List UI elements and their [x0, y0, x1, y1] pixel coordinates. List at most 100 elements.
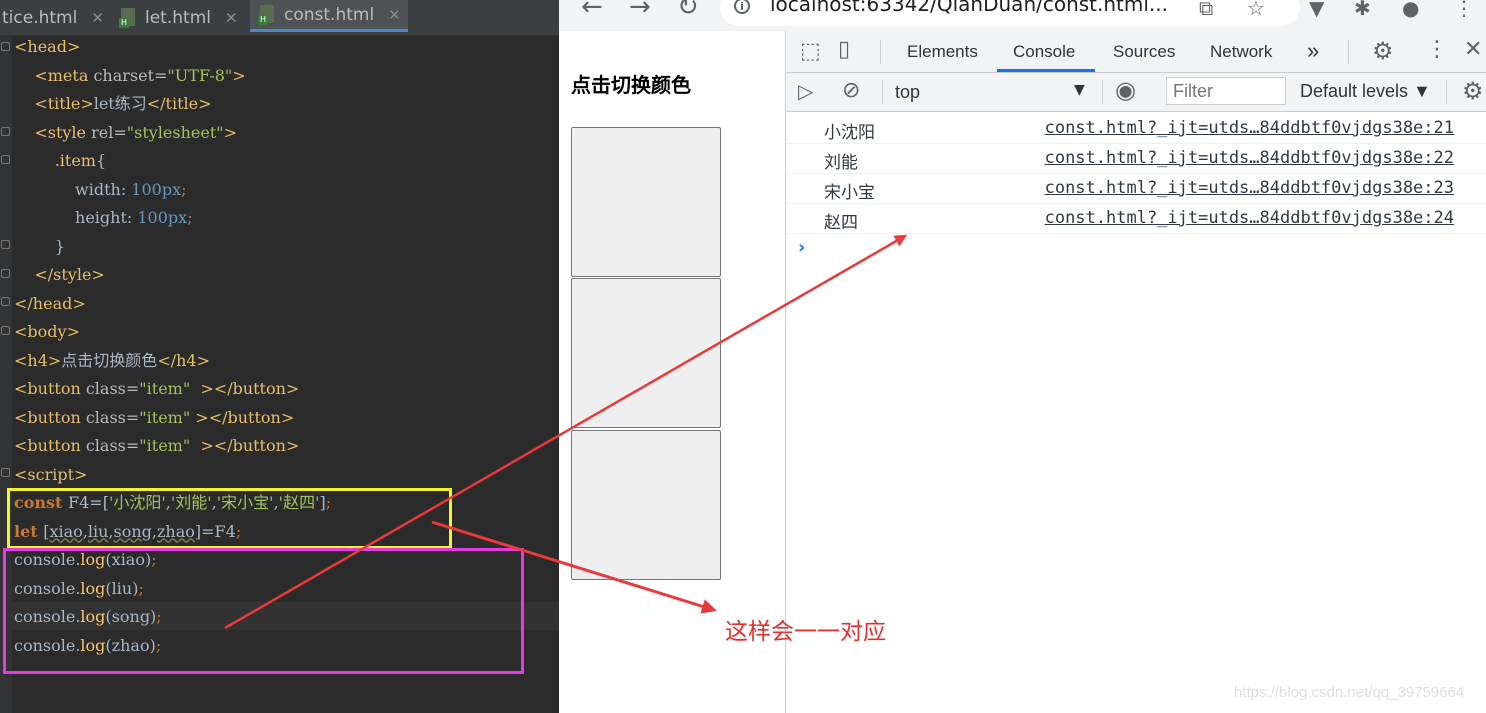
log-source-link[interactable]: const.html?_ijt=utds…84ddbtf0vjdgs38e:24	[1045, 208, 1454, 228]
code-token: 100px	[137, 208, 188, 227]
devtools-panel: ⬚ ▯ Elements Console Sources Network » ⚙…	[785, 31, 1486, 713]
code-line[interactable]: <title>let练习</title>	[14, 90, 211, 118]
settings-gear-icon[interactable]: ⚙	[1372, 37, 1394, 65]
code-token: let练习	[93, 94, 147, 113]
tab-tice-html[interactable]: tice.html ✕	[0, 0, 104, 35]
console-settings-gear-icon[interactable]: ⚙	[1462, 77, 1484, 105]
clear-console-icon[interactable]: ⊘	[842, 78, 860, 103]
profile-avatar-icon[interactable]: ●	[1402, 0, 1419, 20]
tab-network[interactable]: Network	[1210, 42, 1272, 62]
item-button[interactable]	[571, 127, 721, 277]
console-prompt-chevron-icon[interactable]: ›	[798, 237, 805, 258]
code-line[interactable]: <button class="item" ></button>	[14, 404, 294, 432]
code-line[interactable]: <script>	[14, 461, 87, 489]
code-token: "item"	[139, 407, 191, 427]
fold-marker-icon[interactable]	[1, 326, 10, 335]
menu-kebab-icon[interactable]: ⋮	[1454, 0, 1474, 20]
console-toolbar: ▷ ⊘ top ▼ ◉ Default levels ▼ ⚙	[786, 73, 1486, 112]
show-sidebar-icon[interactable]: ▷	[798, 79, 813, 103]
close-icon[interactable]: ✕	[91, 9, 104, 27]
code-line[interactable]: .item{	[14, 147, 106, 175]
fold-marker-icon[interactable]	[1, 127, 10, 136]
extension-vue-icon[interactable]: ▼	[1309, 0, 1324, 20]
fold-marker-icon[interactable]	[1, 468, 10, 477]
code-token: ></button>	[190, 379, 300, 398]
console-log-row: 宋小宝 const.html?_ijt=utds…84ddbtf0vjdgs38…	[786, 173, 1486, 204]
fold-marker-icon[interactable]	[1, 42, 10, 51]
item-button[interactable]	[571, 430, 721, 580]
translate-icon[interactable]: ⧉	[1199, 0, 1213, 20]
watermark: https://blog.csdn.net/qq_39759664	[1234, 684, 1465, 701]
divider	[1348, 40, 1349, 64]
code-line[interactable]: <style rel="stylesheet">	[14, 119, 237, 147]
code-line[interactable]: }	[14, 233, 65, 261]
code-token: </head>	[14, 293, 86, 313]
code-token: <title>	[34, 94, 94, 113]
log-message: 宋小宝	[824, 183, 875, 203]
code-token: class=	[85, 407, 140, 427]
info-icon[interactable]: i	[734, 0, 750, 14]
forward-arrow-icon[interactable]: →	[629, 0, 651, 22]
close-devtools-icon[interactable]: ✕	[1464, 37, 1482, 62]
code-token: >	[223, 122, 238, 142]
code-token: height:	[14, 208, 138, 227]
fold-marker-icon[interactable]	[1, 155, 10, 164]
fold-marker-icon[interactable]	[1, 269, 10, 278]
tab-sources[interactable]: Sources	[1113, 42, 1175, 62]
log-message: 小沈阳	[824, 123, 875, 143]
device-toolbar-icon[interactable]: ▯	[838, 37, 850, 62]
close-icon[interactable]: ✕	[388, 6, 401, 24]
code-line[interactable]: </head>	[14, 290, 86, 318]
extensions-puzzle-icon[interactable]: ✱	[1354, 0, 1371, 20]
code-line[interactable]: height: 100px;	[14, 204, 193, 232]
code-token: </style>	[34, 265, 105, 284]
back-arrow-icon[interactable]: ←	[581, 0, 603, 22]
filter-input[interactable]	[1166, 77, 1286, 105]
tab-let-html[interactable]: H let.html ✕	[113, 0, 246, 35]
code-token: class=	[85, 379, 140, 398]
html-file-icon: H	[258, 4, 276, 25]
log-source-link[interactable]: const.html?_ijt=utds…84ddbtf0vjdgs38e:22	[1045, 148, 1454, 168]
more-options-kebab-icon[interactable]: ⋮	[1426, 37, 1448, 62]
code-line[interactable]: <meta charset="UTF-8">	[14, 62, 245, 90]
code-token: <body>	[14, 322, 80, 341]
bookmark-star-icon[interactable]: ☆	[1247, 0, 1265, 20]
tab-const-html[interactable]: H const.html ✕	[250, 0, 408, 32]
code-token: rel=	[91, 122, 127, 142]
code-line[interactable]: width: 100px;	[14, 176, 186, 204]
code-token: </h4>	[157, 350, 210, 370]
more-tabs-chevron-icon[interactable]: »	[1307, 38, 1319, 64]
reload-icon[interactable]: ↻	[677, 0, 699, 22]
page-heading: 点击切换颜色	[571, 73, 691, 97]
code-token: width:	[14, 179, 132, 199]
code-token: charset=	[93, 65, 168, 85]
close-icon[interactable]: ✕	[225, 9, 238, 27]
fold-marker-icon[interactable]	[1, 240, 10, 249]
chevron-down-icon[interactable]: ▼	[1074, 82, 1085, 98]
code-token: ;	[187, 208, 193, 227]
code-token: {	[95, 151, 107, 170]
code-line[interactable]: </style>	[14, 261, 105, 289]
live-expression-eye-icon[interactable]: ◉	[1115, 76, 1136, 104]
item-button[interactable]	[571, 278, 721, 428]
inspect-element-icon[interactable]: ⬚	[800, 39, 821, 64]
tab-console[interactable]: Console	[1013, 42, 1075, 62]
tab-elements[interactable]: Elements	[907, 42, 978, 62]
code-token: <style	[34, 122, 92, 142]
url-text: localhost:63342/QianDuan/const.html...	[770, 0, 1169, 16]
log-source-link[interactable]: const.html?_ijt=utds…84ddbtf0vjdgs38e:21	[1045, 118, 1454, 138]
code-line[interactable]: <button class="item" ></button>	[14, 432, 299, 460]
log-levels-dropdown[interactable]: Default levels ▼	[1300, 81, 1431, 102]
context-selector[interactable]: top	[895, 82, 920, 103]
code-line[interactable]: <body>	[14, 318, 80, 346]
fold-marker-icon[interactable]	[1, 297, 10, 306]
log-source-link[interactable]: const.html?_ijt=utds…84ddbtf0vjdgs38e:23	[1045, 178, 1454, 198]
code-line[interactable]: <button class="item" ></button>	[14, 375, 299, 403]
tab-label: tice.html	[2, 7, 78, 28]
code-token: <meta	[34, 65, 94, 85]
code-line[interactable]: <head>	[14, 33, 80, 61]
code-line[interactable]: <h4>点击切换颜色</h4>	[14, 347, 210, 375]
